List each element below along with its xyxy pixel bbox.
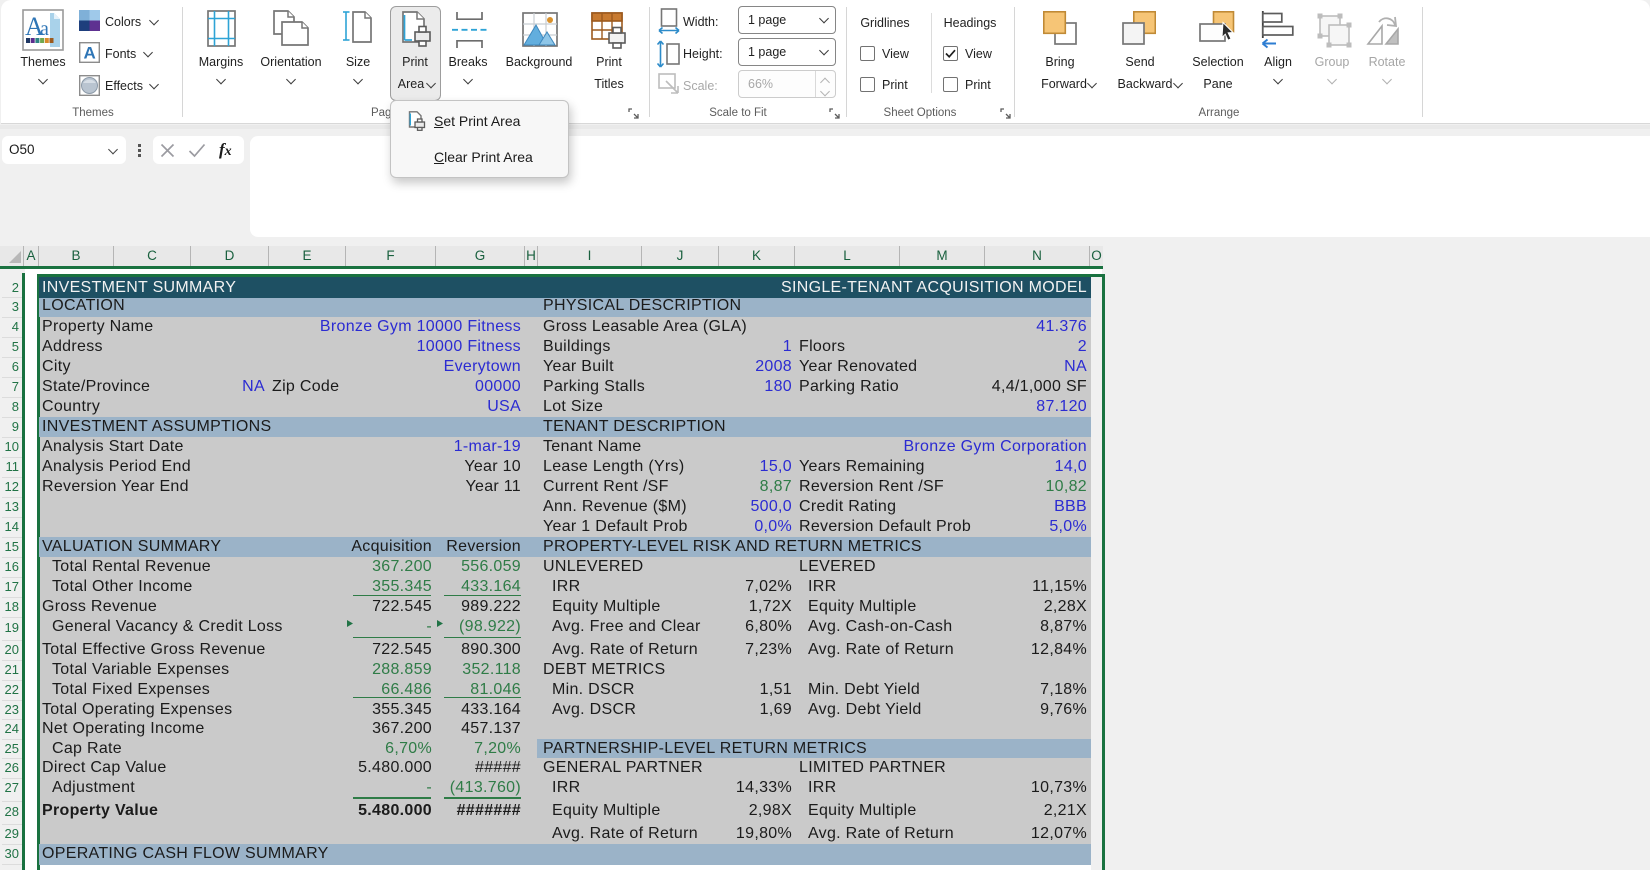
svg-text:a: a — [40, 18, 49, 40]
svg-text:A: A — [84, 44, 96, 63]
